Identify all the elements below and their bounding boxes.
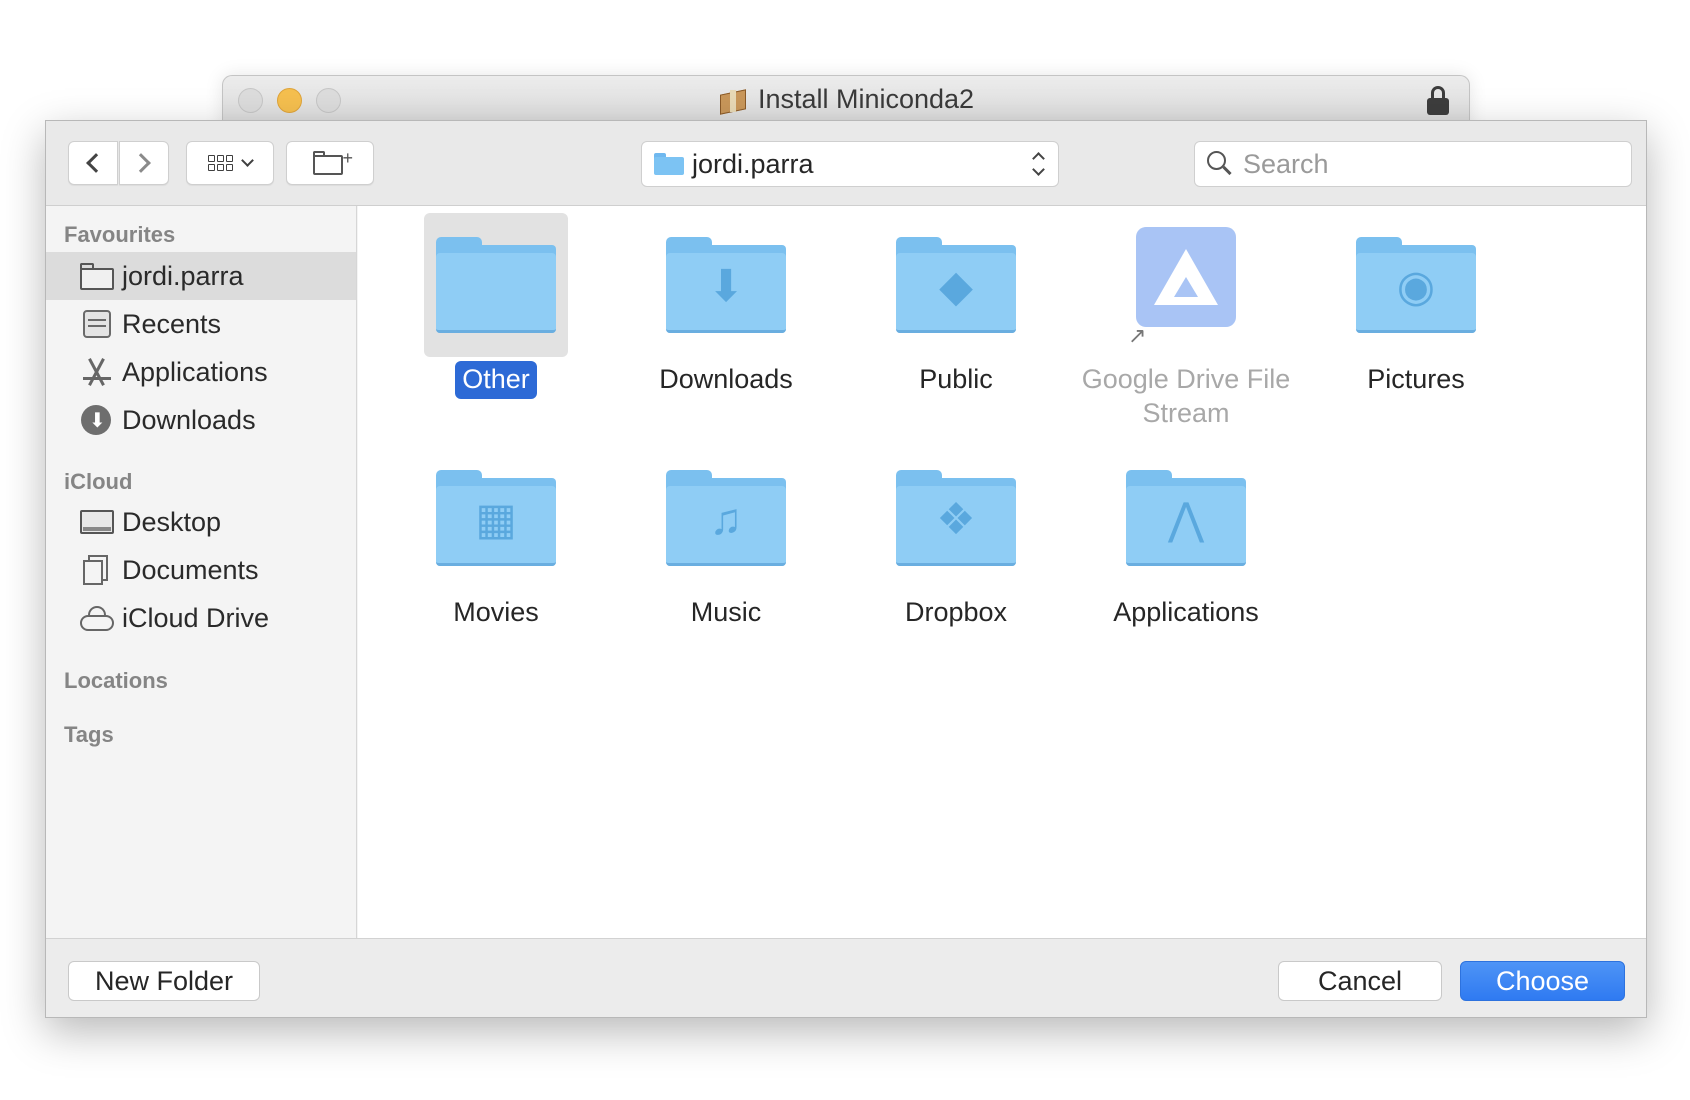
pictures-folder-icon: ◉	[1356, 237, 1476, 333]
file-item-applications[interactable]: ⋀ Applications	[1071, 446, 1301, 632]
sidebar-item-applications[interactable]: Applications	[46, 348, 356, 396]
file-item-label: Google Drive File Stream	[1081, 364, 1291, 428]
chevron-down-icon	[241, 154, 254, 167]
file-item-google-drive[interactable]: ↗ Google Drive File Stream	[1071, 213, 1301, 433]
sidebar-item-label: Documents	[122, 554, 259, 585]
sidebar-item-label: Recents	[122, 308, 222, 339]
panel-footer: New Folder Cancel Choose	[46, 938, 1646, 1017]
sidebar-section-icloud: iCloud	[64, 469, 133, 494]
sidebar-item-label: Desktop	[122, 506, 222, 537]
public-folder-icon: ◆	[896, 237, 1016, 333]
search-field[interactable]	[1194, 141, 1632, 187]
alias-arrow-icon: ↗	[1128, 323, 1147, 348]
sidebar-item-downloads[interactable]: ⬇ Downloads	[46, 396, 356, 444]
folder-icon	[80, 261, 114, 291]
window-title: Install Miniconda2	[223, 84, 1469, 115]
folder-icon	[654, 153, 684, 175]
sidebar-section-favourites: Favourites	[64, 222, 176, 247]
path-popup-button[interactable]: jordi.parra	[641, 141, 1059, 187]
applications-folder-icon: ⋀	[1126, 470, 1246, 566]
path-popup-label: jordi.parra	[692, 148, 814, 179]
file-item-pictures[interactable]: ◉ Pictures	[1301, 213, 1531, 399]
file-item-movies[interactable]: ▦ Movies	[381, 446, 611, 632]
file-item-label: Music	[690, 597, 762, 627]
sidebar-item-recents[interactable]: Recents	[46, 300, 356, 348]
documents-icon	[80, 555, 114, 585]
cancel-button[interactable]: Cancel	[1278, 961, 1442, 1001]
package-icon	[718, 86, 748, 115]
search-input[interactable]	[1243, 148, 1603, 180]
search-icon	[1207, 151, 1233, 177]
open-panel-sheet: + jordi.parra Favourites jordi.parra Rec…	[45, 120, 1647, 1018]
downloads-folder-icon: ⬇	[666, 237, 786, 333]
file-item-other[interactable]: Other	[381, 213, 611, 399]
file-item-dropbox[interactable]: ❖ Dropbox	[841, 446, 1071, 632]
window-title-text: Install Miniconda2	[757, 84, 975, 114]
file-item-label: Other	[455, 361, 537, 399]
lock-icon	[1427, 86, 1449, 116]
dropbox-folder-icon: ❖	[896, 470, 1016, 566]
recents-icon	[80, 309, 114, 339]
sidebar-item-jordi-parra[interactable]: jordi.parra	[46, 252, 356, 300]
choose-button[interactable]: Choose	[1460, 961, 1625, 1001]
file-item-label: Dropbox	[904, 597, 1008, 627]
new-folder-toolbar-button[interactable]: +	[286, 141, 374, 185]
file-item-label: Movies	[453, 597, 539, 627]
sidebar-item-desktop[interactable]: Desktop	[46, 498, 356, 546]
sidebar-item-label: Applications	[122, 356, 268, 387]
file-browser-content: Other ⬇ Downloads ◆ Public ↗ Google Driv…	[358, 206, 1646, 938]
back-button[interactable]	[68, 141, 118, 185]
sidebar-item-documents[interactable]: Documents	[46, 546, 356, 594]
desktop-icon	[80, 507, 114, 537]
sidebar-section-tags[interactable]: Tags	[64, 722, 114, 748]
chevron-left-icon	[86, 153, 106, 173]
sidebar-section-locations[interactable]: Locations	[64, 668, 168, 694]
view-mode-button[interactable]	[186, 141, 274, 185]
file-item-public[interactable]: ◆ Public	[841, 213, 1071, 399]
sidebar-item-icloud-drive[interactable]: iCloud Drive	[46, 594, 356, 642]
applications-icon	[80, 357, 114, 387]
icloud-drive-icon	[80, 603, 114, 633]
icon-view-grid-icon	[208, 155, 233, 171]
sidebar: Favourites jordi.parra Recents Applicati…	[46, 206, 357, 938]
chevron-right-icon	[131, 153, 151, 173]
sidebar-item-label: iCloud Drive	[122, 602, 270, 633]
file-item-label: Downloads	[659, 364, 793, 394]
downloads-icon: ⬇	[80, 405, 114, 435]
file-item-label: Public	[919, 364, 993, 394]
music-folder-icon: ♫	[666, 470, 786, 566]
new-folder-icon: +	[313, 149, 353, 175]
sidebar-item-label: jordi.parra	[122, 260, 244, 291]
sidebar-item-label: Downloads	[122, 404, 256, 435]
up-down-chevron-icon	[1032, 150, 1046, 178]
file-item-music[interactable]: ♫ Music	[611, 446, 841, 632]
new-folder-button[interactable]: New Folder	[68, 961, 260, 1001]
forward-button[interactable]	[119, 141, 169, 185]
google-drive-icon	[1136, 227, 1236, 327]
file-item-label: Applications	[1113, 597, 1259, 627]
folder-icon	[436, 237, 556, 333]
movies-folder-icon: ▦	[436, 470, 556, 566]
file-item-label: Pictures	[1367, 364, 1465, 394]
file-item-downloads[interactable]: ⬇ Downloads	[611, 213, 841, 399]
panel-toolbar: + jordi.parra	[46, 121, 1646, 206]
